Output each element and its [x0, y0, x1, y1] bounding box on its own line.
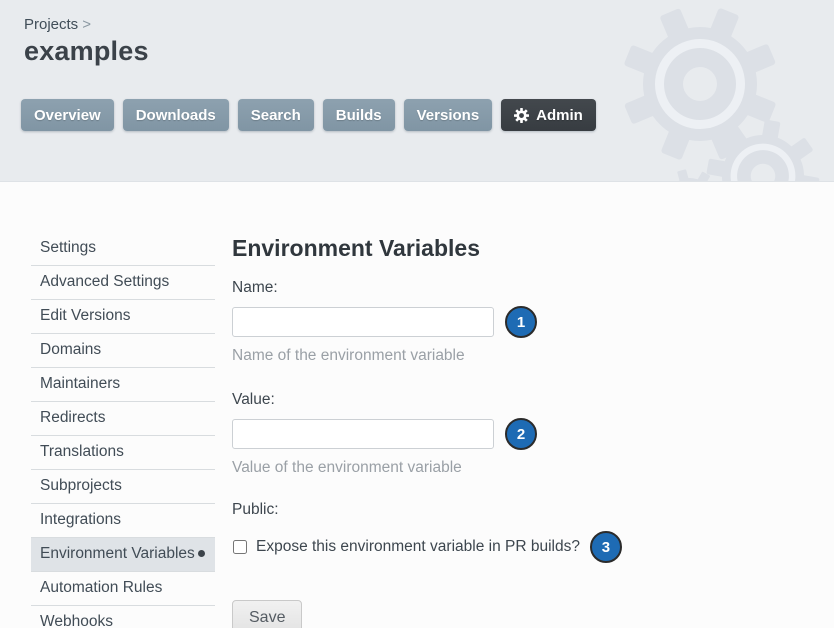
value-help-text: Value of the environment variable	[232, 459, 662, 477]
sidebar-item-maintainers[interactable]: Maintainers	[31, 368, 215, 402]
name-help-text: Name of the environment variable	[232, 347, 662, 365]
name-field-label: Name:	[232, 280, 662, 296]
sidebar-item-subprojects[interactable]: Subprojects	[31, 470, 215, 504]
admin-sidebar: Settings Advanced Settings Edit Versions…	[31, 232, 215, 628]
save-button[interactable]: Save	[232, 600, 302, 628]
sidebar-item-domains[interactable]: Domains	[31, 334, 215, 368]
project-nav: Overview Downloads Search Builds Version…	[21, 99, 596, 131]
gear-icon	[514, 108, 529, 123]
sidebar-item-advanced-settings[interactable]: Advanced Settings	[31, 266, 215, 300]
value-input[interactable]	[232, 419, 494, 449]
annotation-badge-1: 1	[505, 306, 537, 338]
sidebar-item-webhooks[interactable]: Webhooks	[31, 606, 215, 628]
nav-search-button[interactable]: Search	[238, 99, 314, 131]
gears-decoration-icon	[0, 0, 834, 182]
sidebar-item-integrations[interactable]: Integrations	[31, 504, 215, 538]
public-field-label: Public:	[232, 502, 662, 518]
sidebar-item-translations[interactable]: Translations	[31, 436, 215, 470]
name-input[interactable]	[232, 307, 494, 337]
public-checkbox[interactable]	[233, 540, 247, 554]
nav-admin-button[interactable]: Admin	[501, 99, 596, 131]
project-header: Projects> examples Overview Downloads Se…	[0, 0, 834, 182]
admin-content: Settings Advanced Settings Edit Versions…	[0, 182, 834, 628]
nav-admin-label: Admin	[536, 107, 583, 124]
value-field-label: Value:	[232, 392, 662, 408]
sidebar-item-environment-variables[interactable]: Environment Variables	[31, 538, 215, 572]
sidebar-item-label: Environment Variables	[40, 545, 195, 562]
annotation-badge-2: 2	[505, 418, 537, 450]
breadcrumb: Projects>	[24, 16, 91, 33]
dot-icon	[198, 550, 205, 557]
sidebar-item-edit-versions[interactable]: Edit Versions	[31, 300, 215, 334]
sidebar-item-redirects[interactable]: Redirects	[31, 402, 215, 436]
project-title: examples	[24, 36, 149, 67]
public-checkbox-row: Expose this environment variable in PR b…	[232, 531, 662, 563]
environment-variables-panel: Environment Variables Name: 1 Name of th…	[232, 232, 662, 628]
project-admin-page: Projects> examples Overview Downloads Se…	[0, 0, 834, 628]
annotation-badge-3: 3	[590, 531, 622, 563]
value-field-row: 2	[232, 418, 662, 450]
breadcrumb-projects-link[interactable]: Projects	[24, 16, 78, 33]
sidebar-item-automation-rules[interactable]: Automation Rules	[31, 572, 215, 606]
section-title: Environment Variables	[232, 236, 662, 260]
nav-versions-button[interactable]: Versions	[404, 99, 493, 131]
nav-builds-button[interactable]: Builds	[323, 99, 395, 131]
nav-downloads-button[interactable]: Downloads	[123, 99, 229, 131]
nav-overview-button[interactable]: Overview	[21, 99, 114, 131]
sidebar-item-settings[interactable]: Settings	[31, 232, 215, 266]
public-checkbox-label[interactable]: Expose this environment variable in PR b…	[256, 538, 580, 556]
name-field-row: 1	[232, 306, 662, 338]
breadcrumb-separator: >	[82, 16, 91, 33]
